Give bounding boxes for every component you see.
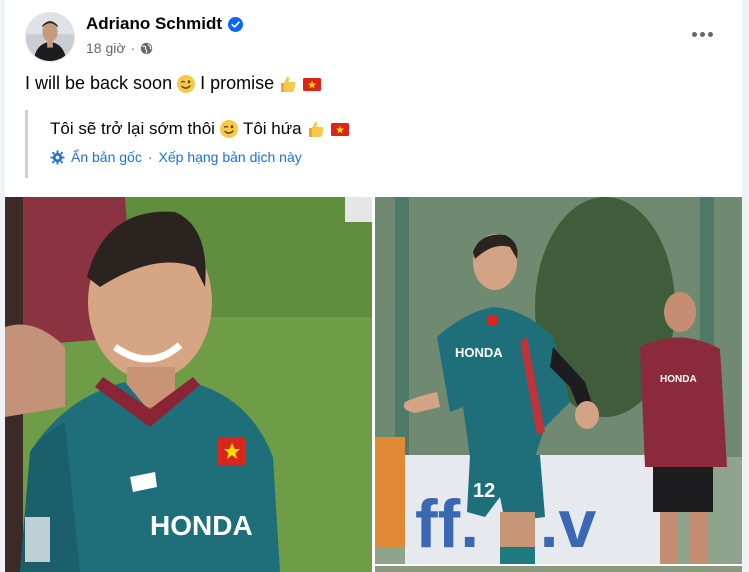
translation-links: Ẩn bản gốc · Xếp hạng bản dịch này [50, 149, 725, 165]
photo1-sponsor-text: HONDA [150, 510, 253, 541]
translated-text-part2: Tôi hứa [242, 119, 302, 138]
post-text-part1: I will be back soon [25, 73, 173, 93]
photo2-sponsor-text: HONDA [455, 345, 503, 360]
author-name-row: Adriano Schmidt [86, 14, 244, 34]
verified-badge-icon [228, 16, 244, 32]
post-timestamp-row: 18 giờ · [86, 40, 243, 56]
vietnam-flag-emoji-icon [330, 119, 350, 139]
post-text-part2: I promise [200, 73, 275, 93]
hide-original-link[interactable]: Ẩn bản gốc [71, 149, 142, 165]
photo-3-partial[interactable] [375, 566, 742, 572]
vietnam-flag-emoji-icon [302, 74, 322, 94]
post-time[interactable]: 18 giờ [86, 40, 126, 56]
rate-translation-link[interactable]: Xếp hạng bản dịch này [159, 149, 302, 165]
more-horizontal-icon-dot [707, 31, 713, 37]
more-options-button[interactable] [688, 24, 716, 44]
more-horizontal-icon-dot [691, 31, 697, 37]
translated-text-part1: Tôi sẽ trở lại sớm thôi [50, 119, 215, 138]
post-card: Adriano Schmidt 18 giờ · I will be back … [5, 0, 742, 572]
wink-emoji-icon [219, 119, 239, 139]
author-name[interactable]: Adriano Schmidt [86, 14, 222, 34]
translated-text: Tôi sẽ trở lại sớm thôi Tôi hứa [50, 119, 725, 139]
photo-1[interactable]: HONDA [5, 197, 372, 572]
thumbs-up-emoji-icon [278, 74, 298, 94]
links-separator: · [147, 149, 153, 165]
post-header: Adriano Schmidt 18 giờ · [25, 12, 244, 62]
photo-grid: HONDA ff. g.v HONDA 12 HONDA [5, 197, 742, 572]
more-horizontal-icon-dot [699, 31, 705, 37]
globe-icon[interactable] [140, 42, 153, 55]
author-avatar[interactable] [25, 12, 75, 62]
wink-emoji-icon [176, 74, 196, 94]
photo2-number-text: 12 [473, 480, 495, 502]
photo2-bg-player-sponsor: HONDA [660, 374, 697, 385]
thumbs-up-emoji-icon [306, 119, 326, 139]
post-text: I will be back soon I promise [25, 73, 322, 94]
gear-icon[interactable] [50, 149, 65, 165]
photo-2[interactable]: ff. g.v HONDA 12 HONDA [375, 197, 742, 564]
author-meta: Adriano Schmidt 18 giờ · [86, 14, 244, 56]
translation-block: Tôi sẽ trở lại sớm thôi Tôi hứa Ẩn bản g… [25, 110, 725, 178]
time-separator: · [130, 40, 136, 56]
